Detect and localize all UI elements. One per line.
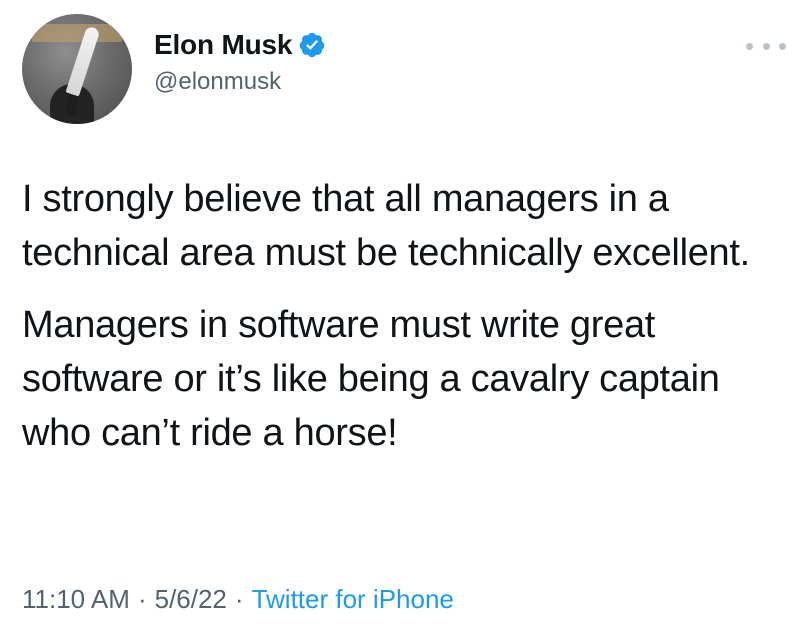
avatar[interactable] (22, 14, 132, 124)
display-name-row: Elon Musk (154, 28, 326, 62)
tweet-time[interactable]: 11:10 AM (22, 584, 130, 614)
author-info: Elon Musk @elonmusk (154, 28, 326, 96)
tweet-date[interactable]: 5/6/22 (155, 584, 227, 614)
tweet-source-link[interactable]: Twitter for iPhone (252, 584, 454, 614)
separator: · (137, 584, 147, 614)
tweet-paragraph-1: I strongly believe that all managers in … (22, 178, 750, 274)
more-dot (762, 42, 770, 50)
separator: · (234, 584, 244, 614)
tweet-text: I strongly believe that all managers in … (22, 172, 782, 460)
more-dot (746, 42, 753, 50)
tweet-card: Elon Musk @elonmusk I strongly believe t… (0, 0, 800, 634)
verified-badge-icon (299, 32, 325, 58)
tweet-header: Elon Musk @elonmusk (22, 14, 786, 124)
more-options-icon[interactable] (746, 38, 786, 54)
more-dot (779, 42, 786, 50)
tweet-paragraph-2: Managers in software must write great so… (22, 304, 720, 454)
display-name[interactable]: Elon Musk (154, 29, 292, 61)
author-handle[interactable]: @elonmusk (154, 68, 326, 96)
tweet-metadata: 11:10 AM · 5/6/22 · Twitter for iPhone (22, 584, 454, 615)
avatar-background-shelf (32, 24, 122, 42)
